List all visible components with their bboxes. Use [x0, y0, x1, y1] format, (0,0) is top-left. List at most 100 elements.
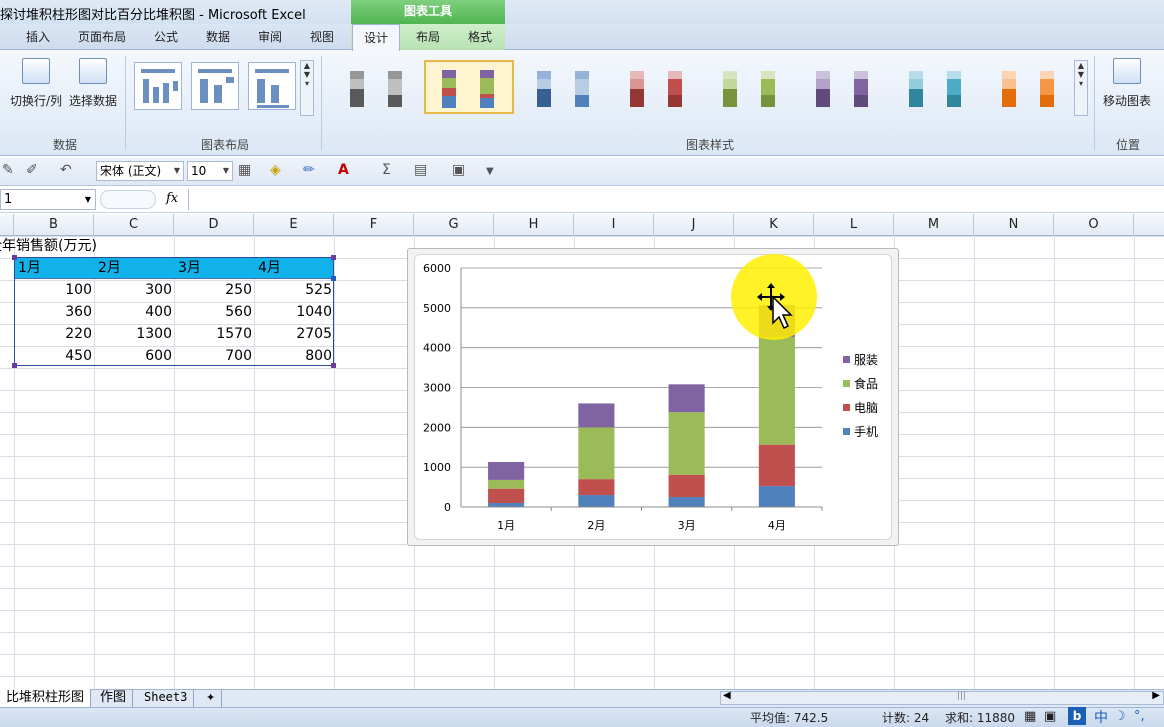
- table-icon[interactable]: ▤: [414, 162, 427, 178]
- select-data-button[interactable]: 选择数据: [66, 58, 120, 109]
- ime-moon-icon[interactable]: ☽: [1114, 709, 1126, 724]
- sum-icon[interactable]: Σ: [382, 162, 391, 178]
- chart-style-purple[interactable]: [797, 60, 885, 114]
- line-color-icon[interactable]: ✏: [303, 162, 315, 178]
- group-label-data: 数据: [52, 138, 77, 152]
- chart-style-blue[interactable]: [518, 60, 606, 114]
- column-header[interactable]: L: [814, 214, 894, 236]
- chart-tools-context-tab: 图表工具: [351, 0, 505, 24]
- undo-icon[interactable]: ↶: [60, 162, 72, 178]
- data-range-selection: [14, 257, 334, 366]
- column-header[interactable]: O: [1054, 214, 1134, 236]
- status-average: 平均值: 742.5: [750, 711, 829, 725]
- chart-style-orange[interactable]: [983, 60, 1071, 114]
- format-painter-icon[interactable]: ✎: [2, 162, 14, 178]
- range-handle[interactable]: [12, 363, 17, 368]
- column-header[interactable]: N: [974, 214, 1054, 236]
- scroll-right-icon[interactable]: ▶: [1152, 690, 1160, 701]
- bar-segment: [758, 444, 795, 487]
- range-handle[interactable]: [331, 363, 336, 368]
- legend-swatch: [843, 380, 850, 387]
- column-header[interactable]: G: [414, 214, 494, 236]
- range-handle[interactable]: [331, 255, 336, 260]
- column-header[interactable]: K: [734, 214, 814, 236]
- chart-style-colorful[interactable]: [424, 60, 514, 114]
- column-header[interactable]: E: [254, 214, 334, 236]
- column-header[interactable]: J: [654, 214, 734, 236]
- insert-function-icon[interactable]: fx: [166, 191, 178, 206]
- formula-bar-expander[interactable]: [100, 190, 156, 209]
- bar-segment: [578, 495, 615, 507]
- range-handle[interactable]: [331, 276, 336, 281]
- border-icon[interactable]: ▦: [238, 162, 251, 178]
- tab-page-layout[interactable]: 页面布局: [70, 24, 134, 50]
- normal-view-icon[interactable]: ▦: [1024, 709, 1036, 724]
- bar-segment: [668, 412, 705, 475]
- layout-gallery-scroll[interactable]: ▲ ▼ ▾: [300, 60, 314, 116]
- chart-layout-2[interactable]: [191, 62, 239, 110]
- customize-toolbar-icon[interactable]: ▼: [486, 166, 494, 177]
- column-header[interactable]: B: [14, 214, 94, 236]
- page-layout-view-icon[interactable]: ▣: [1044, 709, 1056, 724]
- sheet-tab[interactable]: 比堆积柱形图: [0, 689, 92, 707]
- move-chart-icon: [1113, 58, 1141, 84]
- switch-row-column-icon: [22, 58, 50, 84]
- ime-logo-icon[interactable]: b: [1068, 707, 1086, 725]
- bar-segment: [758, 486, 795, 507]
- chart-style-red[interactable]: [611, 60, 699, 114]
- group-label-location: 位置: [1115, 138, 1140, 152]
- shapes-icon[interactable]: ▣: [452, 162, 465, 178]
- column-header[interactable]: C: [94, 214, 174, 236]
- column-header[interactable]: F: [334, 214, 414, 236]
- font-color-icon[interactable]: A: [338, 162, 349, 178]
- legend-swatch: [843, 428, 850, 435]
- switch-row-column-button[interactable]: 切换行/列: [8, 58, 64, 109]
- font-name-select[interactable]: 宋体 (正文) ▼: [96, 161, 184, 181]
- tab-review[interactable]: 审阅: [246, 24, 294, 50]
- stacked-column-chart[interactable]: 0 1000 2000 3000 4000 5000 6000 1月 2月 3月 4月 服装食品电脑手…: [414, 254, 892, 540]
- title-bar: 探讨堆积柱形图对比百分比堆积图 - Microsoft Excel: [0, 0, 1164, 24]
- y-tick-label: 4000: [423, 342, 451, 355]
- formula-input[interactable]: [188, 189, 1164, 210]
- chart-style-green[interactable]: [704, 60, 792, 114]
- move-chart-label: 移动图表: [1102, 94, 1151, 108]
- column-header[interactable]: H: [494, 214, 574, 236]
- tab-format[interactable]: 格式: [456, 24, 504, 50]
- window-title: 探讨堆积柱形图对比百分比堆积图 - Microsoft Excel: [0, 8, 306, 23]
- tab-formulas[interactable]: 公式: [142, 24, 190, 50]
- tab-data[interactable]: 数据: [194, 24, 242, 50]
- column-header-a[interactable]: [0, 214, 14, 236]
- chart-style-gray[interactable]: [331, 60, 419, 114]
- column-header[interactable]: D: [174, 214, 254, 236]
- chart-style-teal[interactable]: [890, 60, 978, 114]
- tab-design[interactable]: 设计: [352, 24, 400, 51]
- brush-icon[interactable]: ✐: [26, 162, 38, 178]
- scroll-thumb-grip[interactable]: |||: [957, 691, 966, 701]
- tab-insert[interactable]: 插入: [14, 24, 62, 50]
- range-handle[interactable]: [12, 255, 17, 260]
- fill-color-icon[interactable]: ◈: [270, 162, 281, 178]
- column-header[interactable]: I: [574, 214, 654, 236]
- ime-punctuation-icon[interactable]: °,: [1134, 709, 1145, 724]
- insert-sheet-icon[interactable]: ✦: [200, 689, 223, 707]
- chart-layout-1[interactable]: [134, 62, 182, 110]
- group-label-chart-styles: 图表样式: [685, 138, 734, 152]
- sheet-tab[interactable]: 作图: [94, 689, 134, 707]
- scroll-left-icon[interactable]: ◀: [723, 690, 731, 701]
- tab-view[interactable]: 视图: [298, 24, 346, 50]
- chart-layout-3[interactable]: [248, 62, 296, 110]
- horizontal-scrollbar[interactable]: ◀ ||| ▶: [720, 690, 1164, 705]
- x-tick-label: 4月: [768, 519, 786, 532]
- tab-layout[interactable]: 布局: [404, 24, 452, 50]
- bar-segment: [578, 403, 615, 428]
- column-header[interactable]: M: [894, 214, 974, 236]
- sheet-tab[interactable]: Sheet3: [138, 689, 195, 707]
- table-title[interactable]: 全年销售额(万元): [0, 235, 97, 257]
- move-chart-button[interactable]: 移动图表: [1100, 58, 1154, 109]
- font-size-select[interactable]: 10 ▼: [187, 161, 233, 181]
- font-name-value: 宋体 (正文): [100, 164, 162, 178]
- style-gallery-scroll[interactable]: ▲ ▼ ▾: [1074, 60, 1088, 116]
- y-tick-label: 6000: [423, 262, 451, 275]
- ime-mode[interactable]: 中: [1094, 707, 1108, 727]
- name-box[interactable]: 1 ▼: [0, 189, 96, 210]
